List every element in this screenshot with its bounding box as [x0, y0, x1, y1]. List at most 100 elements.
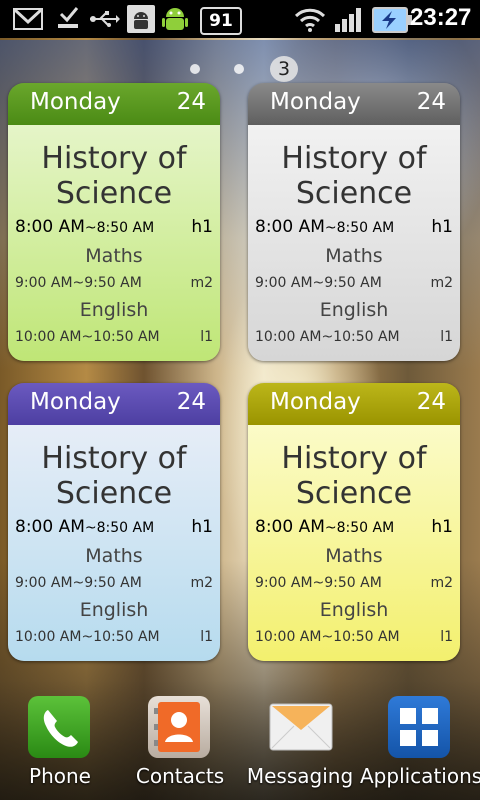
first-class-end: ~8:50 AM [324, 520, 395, 536]
first-class-start: 8:00 AM [255, 517, 325, 537]
third-class-time: 10:00 AM~10:50 AM [15, 329, 160, 345]
timetable-widget-green[interactable]: Monday 24 History of Science 8:00 AM~8:5… [8, 83, 220, 361]
applications-shortcut[interactable]: Applications [360, 690, 480, 795]
gmail-icon [12, 5, 44, 33]
battery-charging-icon [372, 7, 412, 33]
third-class-row: 10:00 AM~10:50 AM l1 [15, 629, 213, 645]
widget-header: Monday 24 [8, 83, 220, 125]
widget-current-subject: History of Science [248, 441, 460, 511]
first-class-row: 8:00 AM~8:50 AM h1 [255, 217, 453, 241]
third-class-subject: English [319, 599, 389, 621]
third-class-subject: English [79, 599, 149, 621]
second-class-room: m2 [190, 275, 213, 291]
second-class-time: 9:00 AM~9:50 AM [255, 275, 382, 291]
second-class-row: 9:00 AM~9:50 AM m2 [15, 575, 213, 591]
messaging-label: Messaging [246, 764, 354, 788]
status-bar[interactable]: 91 23:27 [0, 0, 480, 38]
applications-icon [388, 696, 450, 758]
third-class-room: l1 [200, 629, 213, 645]
second-class-subject: Maths [85, 245, 143, 267]
third-class-time: 10:00 AM~10:50 AM [255, 629, 400, 645]
signal-icon [332, 5, 366, 33]
android-debug-icon [127, 5, 155, 33]
subject-line-1: History of [281, 141, 427, 176]
second-class-row: 9:00 AM~9:50 AM m2 [255, 575, 453, 591]
messaging-icon [268, 696, 333, 758]
third-class-subject: English [79, 299, 149, 321]
subject-line-2: Science [55, 176, 173, 211]
timetable-widget-blue[interactable]: Monday 24 History of Science 8:00 AM~8:5… [8, 383, 220, 661]
widget-date: 24 [416, 89, 446, 115]
widget-day: Monday [270, 89, 361, 115]
phone-icon [28, 696, 90, 758]
page-dot-2[interactable] [234, 64, 244, 74]
widget-day: Monday [30, 89, 121, 115]
usb-icon [88, 5, 120, 33]
timetable-widget-gray[interactable]: Monday 24 History of Science 8:00 AM~8:5… [248, 83, 460, 361]
third-class-room: l1 [440, 629, 453, 645]
page-indicator-current[interactable]: 3 [270, 56, 298, 82]
third-class-room: l1 [200, 329, 213, 345]
first-class-end: ~8:50 AM [84, 220, 155, 236]
first-class-start: 8:00 AM [15, 517, 85, 537]
widget-date: 24 [176, 389, 206, 415]
subject-line-1: History of [41, 441, 187, 476]
widget-header: Monday 24 [248, 383, 460, 425]
second-class-room: m2 [190, 575, 213, 591]
subject-line-2: Science [55, 476, 173, 511]
first-class-end: ~8:50 AM [84, 520, 155, 536]
widget-date: 24 [416, 389, 446, 415]
second-class-time: 9:00 AM~9:50 AM [15, 275, 142, 291]
second-class-subject: Maths [325, 245, 383, 267]
status-clock: 23:27 [410, 4, 472, 31]
timetable-widget-yellow[interactable]: Monday 24 History of Science 8:00 AM~8:5… [248, 383, 460, 661]
second-class-room: m2 [430, 275, 453, 291]
second-class-row: 9:00 AM~9:50 AM m2 [15, 275, 213, 291]
third-class-subject: English [319, 299, 389, 321]
phone-shortcut[interactable]: Phone [0, 690, 120, 795]
messaging-shortcut[interactable]: Messaging [240, 690, 360, 795]
third-class-row: 10:00 AM~10:50 AM l1 [15, 329, 213, 345]
second-class-subject: Maths [85, 545, 143, 567]
first-class-row: 8:00 AM~8:50 AM h1 [255, 517, 453, 541]
second-class-row: 9:00 AM~9:50 AM m2 [255, 275, 453, 291]
first-class-room: h1 [431, 217, 453, 237]
second-class-subject: Maths [325, 545, 383, 567]
widget-header: Monday 24 [8, 383, 220, 425]
first-class-start: 8:00 AM [15, 217, 85, 237]
first-class-room: h1 [191, 517, 213, 537]
subject-line-1: History of [41, 141, 187, 176]
wifi-icon [294, 5, 326, 33]
first-class-start: 8:00 AM [255, 217, 325, 237]
third-class-time: 10:00 AM~10:50 AM [255, 329, 400, 345]
widget-day: Monday [30, 389, 121, 415]
second-class-time: 9:00 AM~9:50 AM [15, 575, 142, 591]
subject-line-2: Science [295, 476, 413, 511]
first-class-room: h1 [431, 517, 453, 537]
widget-date: 24 [176, 89, 206, 115]
third-class-row: 10:00 AM~10:50 AM l1 [255, 329, 453, 345]
battery-percent-badge: 91 [200, 7, 242, 35]
page-dot-1[interactable] [190, 64, 200, 74]
phone-label: Phone [29, 764, 91, 788]
contacts-icon [148, 696, 210, 758]
contacts-shortcut[interactable]: Contacts [120, 690, 240, 795]
first-class-room: h1 [191, 217, 213, 237]
third-class-room: l1 [440, 329, 453, 345]
contacts-label: Contacts [135, 764, 225, 788]
missed-download-icon [54, 5, 82, 33]
widget-current-subject: History of Science [248, 141, 460, 211]
android-mascot-icon [160, 5, 190, 33]
first-class-row: 8:00 AM~8:50 AM h1 [15, 517, 213, 541]
widget-current-subject: History of Science [8, 141, 220, 211]
subject-line-1: History of [281, 441, 427, 476]
subject-line-2: Science [295, 176, 413, 211]
widget-header: Monday 24 [248, 83, 460, 125]
widget-day: Monday [270, 389, 361, 415]
third-class-row: 10:00 AM~10:50 AM l1 [255, 629, 453, 645]
first-class-end: ~8:50 AM [324, 220, 395, 236]
second-class-time: 9:00 AM~9:50 AM [255, 575, 382, 591]
second-class-room: m2 [430, 575, 453, 591]
third-class-time: 10:00 AM~10:50 AM [15, 629, 160, 645]
first-class-row: 8:00 AM~8:50 AM h1 [15, 217, 213, 241]
